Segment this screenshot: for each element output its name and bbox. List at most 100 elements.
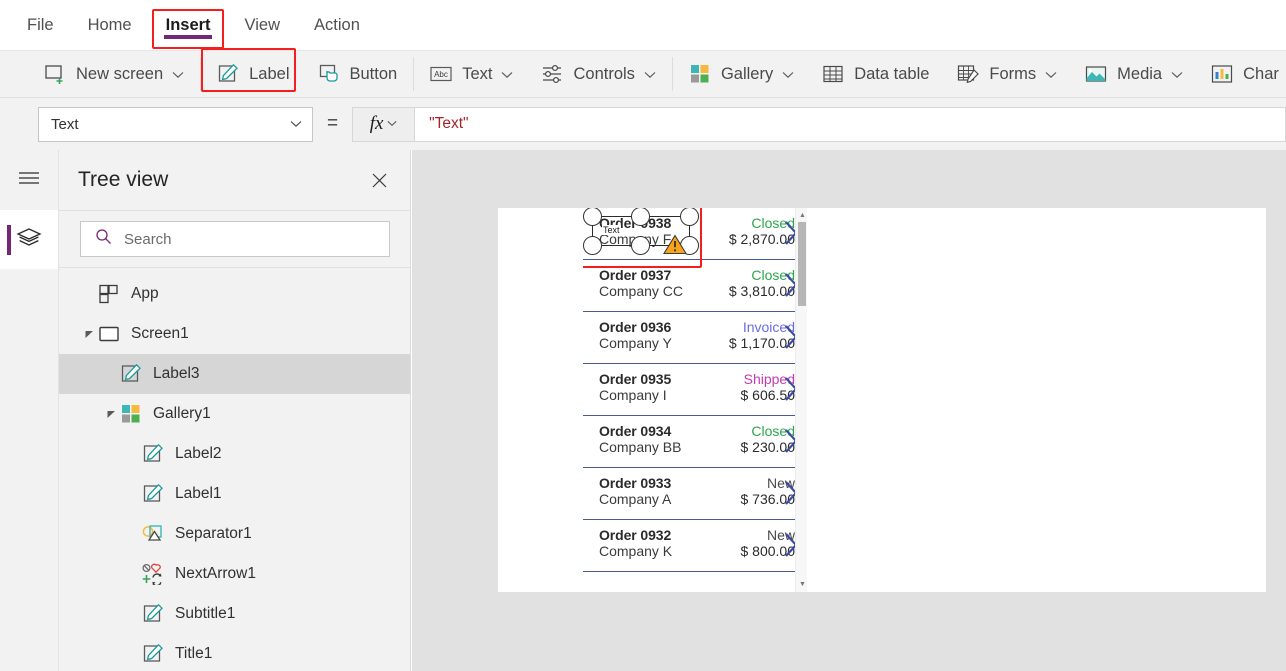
app-canvas[interactable]: Order 0938 Closed Company F $ 2,870.00 Order… — [412, 150, 1286, 671]
new-screen-icon — [44, 63, 66, 85]
menu-item-file[interactable]: File — [27, 0, 54, 51]
hamburger-menu-button[interactable] — [0, 150, 58, 210]
layers-icon — [16, 226, 42, 253]
chevron-down-icon — [501, 67, 513, 82]
active-indicator — [7, 225, 11, 255]
gallery-icon — [120, 403, 142, 425]
ribbon-button-label: Controls — [573, 64, 635, 83]
ribbon-button-media[interactable]: Media — [1071, 51, 1197, 97]
gallery-scrollbar[interactable]: ▲ ▼ — [795, 208, 807, 592]
resize-handle-ne[interactable] — [680, 208, 699, 226]
search-input[interactable] — [122, 229, 389, 249]
power-apps-studio: File Home Insert View Action New screen Label… — [0, 0, 1286, 671]
ribbon-separator — [200, 57, 202, 91]
gallery-row[interactable]: Order 0935 Shipped Company I $ 606.50 — [583, 364, 807, 416]
ribbon-button-label: Label — [249, 64, 290, 83]
ribbon-button-controls[interactable]: Controls — [527, 51, 669, 97]
company-name: Company K — [599, 543, 673, 559]
fx-icon: fx — [369, 113, 384, 134]
menu-item-home[interactable]: Home — [88, 0, 132, 51]
resize-handle-w[interactable] — [583, 236, 602, 255]
menu-item-action[interactable]: Action — [314, 0, 360, 51]
gallery1[interactable]: Order 0938 Closed Company F $ 2,870.00 Order… — [583, 208, 807, 592]
insert-ribbon: New screen Label Button Abc Text Controls Gall… — [0, 51, 1286, 98]
tree-view-panel: Tree view App Screen1 Label3 Gallery1 Label2… — [59, 150, 411, 671]
tree-node-label1[interactable]: Label1 — [59, 474, 410, 514]
tree-node-label: NextArrow1 — [175, 565, 256, 582]
ribbon-button-label: Data table — [854, 64, 930, 83]
fx-button[interactable]: fx — [352, 106, 415, 142]
gallery-row[interactable]: Order 0932 New Company K $ 800.00 — [583, 520, 807, 572]
scroll-up-arrow-icon[interactable]: ▲ — [799, 212, 806, 219]
ribbon-button-label: Text — [462, 64, 493, 83]
property-select-value: Text — [51, 115, 79, 133]
formula-input[interactable]: "Text" — [414, 106, 1286, 142]
button-icon — [318, 63, 340, 85]
forms-icon — [957, 63, 980, 85]
order-title: Order 0933 — [599, 475, 672, 491]
tree-node-separator1[interactable]: Separator1 — [59, 514, 410, 554]
tree-node-label2[interactable]: Label2 — [59, 434, 410, 474]
menu-item-insert[interactable]: Insert — [166, 0, 211, 51]
gallery-rows: Order 0938 Closed Company F $ 2,870.00 Order… — [583, 208, 807, 572]
tree-view-rail-button[interactable] — [0, 210, 58, 269]
scroll-down-arrow-icon[interactable]: ▼ — [799, 581, 806, 588]
tree-node-label: Gallery1 — [153, 405, 211, 422]
selected-control-caption: Text — [602, 225, 621, 235]
caret-expanded-icon[interactable] — [83, 330, 96, 339]
gallery-row[interactable]: Order 0936 Invoiced Company Y $ 1,170.00 — [583, 312, 807, 364]
tree-node-label: Label1 — [175, 485, 222, 502]
caret-expanded-icon[interactable] — [105, 410, 118, 419]
data-table-icon — [822, 63, 844, 85]
gallery-row[interactable]: Order 0933 New Company A $ 736.00 — [583, 468, 807, 520]
selected-control-label3[interactable]: Text — [583, 208, 702, 268]
company-name: Company CC — [599, 283, 684, 299]
chevron-down-icon — [290, 117, 302, 131]
ribbon-button-new-screen[interactable]: New screen — [30, 51, 198, 97]
order-title: Order 0937 — [599, 267, 672, 283]
ribbon-button-forms[interactable]: Forms — [943, 51, 1071, 97]
property-select[interactable]: Text — [38, 106, 313, 142]
ribbon-button-label: Forms — [989, 64, 1037, 83]
chevron-down-icon — [1171, 67, 1183, 82]
search-box[interactable] — [80, 221, 390, 257]
tree-node-nextarrow1[interactable]: NextArrow1 — [59, 554, 410, 594]
resize-handle-n[interactable] — [631, 208, 650, 226]
ribbon-button-text[interactable]: Abc Text — [416, 51, 527, 97]
resize-handle-s[interactable] — [631, 236, 650, 255]
tree-node-title1[interactable]: Title1 — [59, 634, 410, 671]
label-icon — [217, 63, 239, 85]
screen1-surface[interactable]: Order 0938 Closed Company F $ 2,870.00 Order… — [498, 208, 1266, 592]
ribbon-button-data-table[interactable]: Data table — [808, 51, 943, 97]
warning-triangle-icon[interactable] — [663, 234, 687, 255]
tree-node-subtitle1[interactable]: Subtitle1 — [59, 594, 410, 634]
company-name: Company I — [599, 387, 667, 403]
next-arrow-icon — [142, 563, 164, 585]
tree-node-label3[interactable]: Label3 — [59, 354, 410, 394]
label-icon — [120, 363, 142, 385]
gallery-row[interactable]: Order 0937 Closed Company CC $ 3,810.00 — [583, 260, 807, 312]
tree-node-app[interactable]: App — [59, 274, 410, 314]
company-name: Company BB — [599, 439, 682, 455]
search-icon — [95, 228, 112, 250]
order-title: Order 0935 — [599, 371, 672, 387]
ribbon-button-label: Char — [1243, 64, 1279, 83]
ribbon-button-button[interactable]: Button — [304, 51, 412, 97]
scrollbar-thumb[interactable] — [798, 222, 806, 306]
menu-item-view[interactable]: View — [245, 0, 280, 51]
ribbon-button-char[interactable]: Char — [1197, 51, 1286, 97]
close-icon[interactable] — [366, 167, 392, 193]
tree-node-gallery1[interactable]: Gallery1 — [59, 394, 410, 434]
chevron-down-icon — [782, 67, 794, 82]
tree-node-label: Screen1 — [131, 325, 189, 342]
chevron-down-icon — [172, 67, 184, 82]
company-name: Company Y — [599, 335, 672, 351]
gallery-row[interactable]: Order 0934 Closed Company BB $ 230.00 — [583, 416, 807, 468]
equals-sign: = — [327, 113, 339, 134]
selection-box: Text — [583, 208, 699, 255]
ribbon-button-label: Gallery — [720, 64, 774, 83]
ribbon-button-label[interactable]: Label — [203, 51, 303, 97]
tree-node-screen1[interactable]: Screen1 — [59, 314, 410, 354]
resize-handle-nw[interactable] — [583, 208, 602, 226]
ribbon-button-gallery[interactable]: Gallery — [675, 51, 808, 97]
